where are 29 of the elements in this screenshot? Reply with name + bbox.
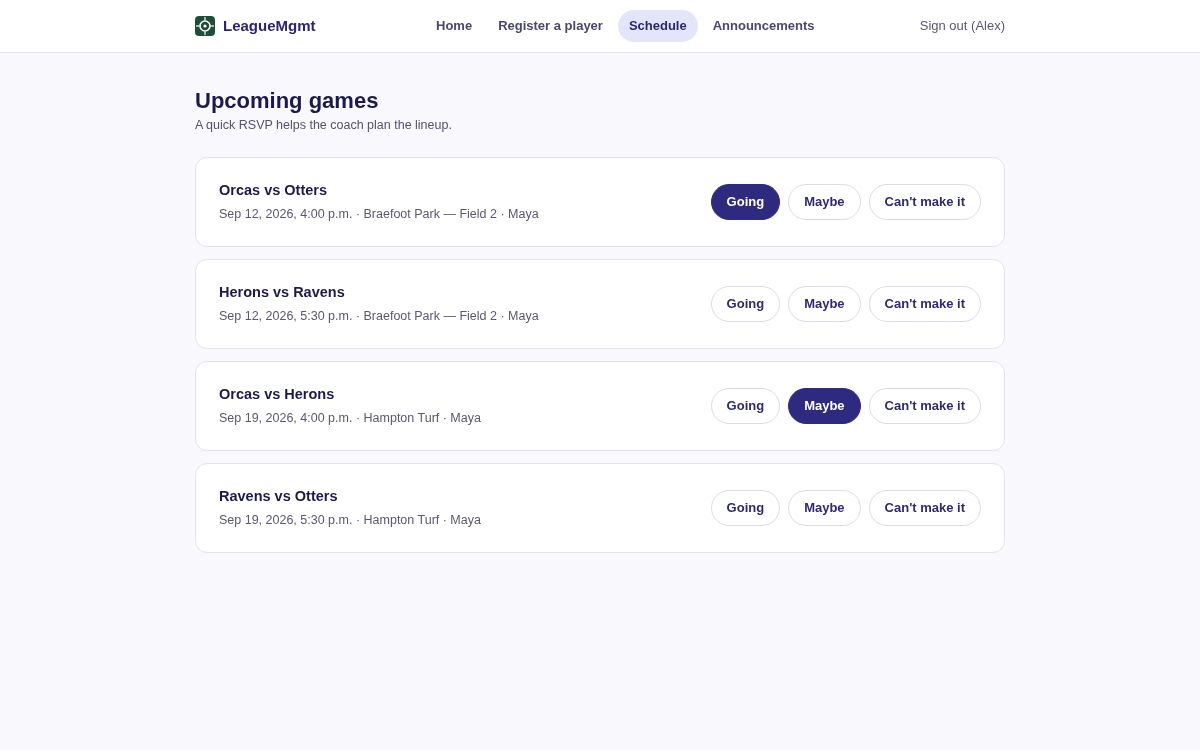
nav-link[interactable]: Schedule — [617, 10, 698, 42]
rsvp-button[interactable]: Going — [710, 183, 781, 220]
rsvp-button[interactable]: Maybe — [788, 183, 861, 220]
rsvp-button[interactable]: Can't make it — [868, 285, 981, 322]
rsvp-button[interactable]: Can't make it — [868, 183, 981, 220]
game-details: Sep 19, 2026, 5:30 p.m. · Hampton Turf · Maya — [219, 511, 481, 529]
game-title: Herons vs Ravens — [219, 283, 346, 302]
nav-link[interactable]: Announcements — [701, 10, 826, 42]
rsvp-button[interactable]: Going — [710, 489, 781, 526]
page-title: Upcoming games — [195, 87, 380, 115]
game-details: Sep 19, 2026, 4:00 p.m. · Hampton Turf · Maya — [219, 409, 481, 427]
game-title: Orcas vs Herons — [219, 385, 336, 404]
brand-name[interactable]: LeagueMgmt — [223, 14, 316, 38]
game-details: Sep 12, 2026, 4:00 p.m. · Braefoot Park — Field 2 · Maya — [219, 205, 539, 223]
sign-out-link[interactable]: Sign out (Alex) — [919, 16, 1005, 36]
rsvp-button[interactable]: Can't make it — [868, 387, 981, 424]
rsvp-button[interactable]: Can't make it — [868, 489, 981, 526]
game-title: Orcas vs Otters — [219, 181, 328, 200]
game-details: Sep 12, 2026, 5:30 p.m. · Braefoot Park — Field 2 · Maya — [219, 307, 539, 325]
rsvp-button[interactable]: Maybe — [788, 489, 861, 526]
rsvp-button[interactable]: Maybe — [788, 387, 861, 424]
game-title: Ravens vs Otters — [219, 487, 339, 506]
page-subtitle: A quick RSVP helps the coach plan the lineup. — [195, 117, 453, 134]
nav-link[interactable]: Register a player — [487, 10, 614, 42]
nav-link[interactable]: Home — [425, 10, 484, 42]
logo-icon — [195, 16, 215, 36]
rsvp-button[interactable]: Going — [710, 285, 781, 322]
rsvp-button[interactable]: Maybe — [788, 285, 861, 322]
rsvp-button[interactable]: Going — [710, 387, 781, 424]
